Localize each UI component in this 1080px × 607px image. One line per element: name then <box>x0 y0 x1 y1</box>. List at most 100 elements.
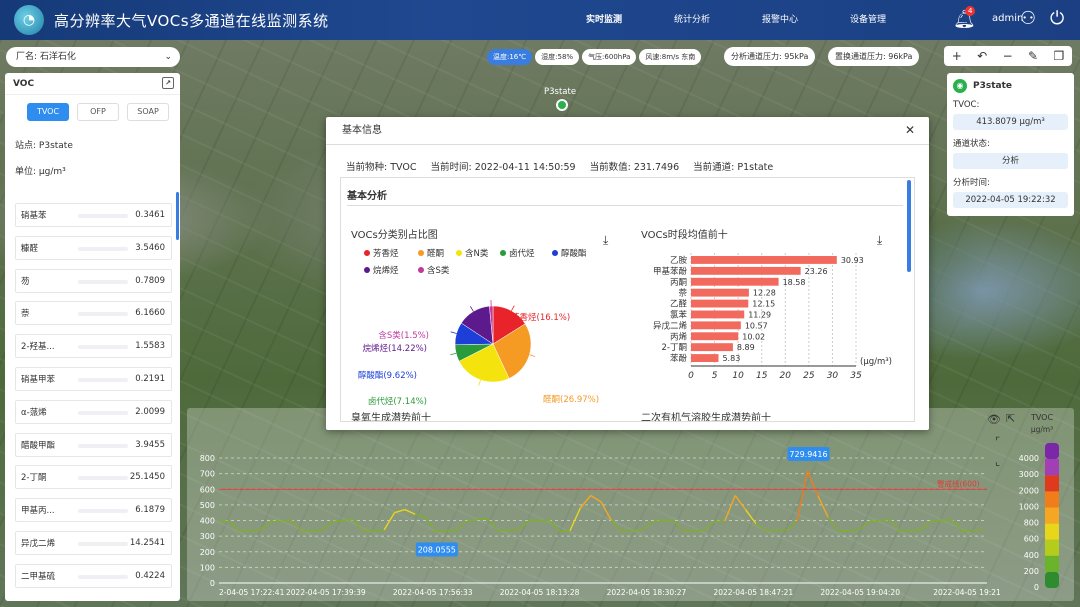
bar-value-label: 10.57 <box>745 321 768 330</box>
voc-item[interactable]: 甲基丙... 6.1879 <box>15 498 172 523</box>
bar <box>691 277 779 286</box>
crop-icon[interactable]: ⌜ <box>995 435 1000 448</box>
temperature-pill[interactable]: 温度:16℃ <box>487 49 533 65</box>
voc-item-bar <box>78 377 128 382</box>
voc-item[interactable]: 硝基甲苯 0.2191 <box>15 366 172 391</box>
voc-item[interactable]: 糠醛 3.5460 <box>15 235 172 260</box>
voc-item[interactable]: 硝基苯 0.3461 <box>15 203 172 227</box>
voc-item[interactable]: 萘 6.1660 <box>15 301 172 326</box>
voc-panel-title: VOC ↗ <box>5 73 180 95</box>
plus-icon[interactable]: + <box>952 49 962 63</box>
station-icon: ◉ <box>953 79 967 93</box>
voc-item-value: 14.2541 <box>129 537 165 548</box>
trend-segment <box>569 507 581 531</box>
trend-segment <box>352 519 365 532</box>
trend-segment <box>311 529 323 532</box>
category-label: 甲基苯酚 <box>653 266 688 277</box>
expand-icon[interactable]: ↗ <box>162 77 174 89</box>
bar-value-label: 10.02 <box>742 332 765 341</box>
scale-tick-label: 800 <box>1024 519 1039 528</box>
basic-info-dialog: 基本信息 ✕ 当前物种: TVOC 当前时间: 2022-04-11 14:50… <box>326 117 929 430</box>
voc-item-bar <box>78 476 128 481</box>
tab-tvoc[interactable]: TVOC <box>27 103 69 121</box>
scale-tick-label: 0 <box>1034 583 1039 592</box>
voc-item[interactable]: α-蒎烯 2.0099 <box>15 399 172 424</box>
pie-leader <box>511 305 515 311</box>
tab-soap[interactable]: SOAP <box>127 103 169 121</box>
nav-device[interactable]: 设备管理 <box>824 0 912 40</box>
left-scrollbar[interactable] <box>176 192 179 240</box>
power-icon[interactable]: ⏻ <box>1050 8 1064 29</box>
y-tick-label: 500 <box>200 501 215 510</box>
tvoc-value: 413.8079 μg/m³ <box>953 114 1068 130</box>
trend-segment <box>301 529 312 533</box>
x-tick-label: 35 <box>850 371 862 381</box>
wind-pill[interactable]: 风速:8m/s 东南 <box>639 49 702 65</box>
voc-item-value: 25.1450 <box>129 472 165 483</box>
scale-swatch <box>1045 555 1059 572</box>
nav-statistics[interactable]: 统计分析 <box>648 0 736 40</box>
tab-ofp[interactable]: OFP <box>77 103 119 121</box>
humidity-pill[interactable]: 湿度:58% <box>535 49 580 65</box>
map-toolbar: + ↶ − ✎ ❐ <box>944 46 1072 66</box>
trend-segment <box>972 529 984 532</box>
user-icon[interactable]: ⚇ <box>1020 8 1036 29</box>
nav-alarm[interactable]: 报警中心 <box>736 0 824 40</box>
trend-segment <box>477 518 488 521</box>
map-station-marker[interactable] <box>556 99 568 111</box>
voc-item[interactable]: 2-羟基... 1.5583 <box>15 334 172 359</box>
bar-value-label: 12.28 <box>753 289 776 298</box>
legend-label: 卤代烃 <box>509 248 535 259</box>
voc-item[interactable]: 二甲基硫 0.4224 <box>15 563 172 588</box>
category-label: 2-丁酮 <box>662 343 687 353</box>
pencil-icon[interactable]: ✎ <box>1028 49 1038 63</box>
username[interactable]: admin <box>992 13 1023 24</box>
info-time: 当前时间: 2022-04-11 14:50:59 <box>430 162 576 173</box>
close-icon[interactable]: ✕ <box>905 123 915 137</box>
trend-segment <box>817 495 829 518</box>
pie-chart[interactable]: VOCs分类别占比图 ⤓ 芳香烃 醛酮 含N类 卤代烃 醇酸酯烷烯烃 含S类芳香烃(16.1%… <box>341 206 631 422</box>
voc-item[interactable]: 异戊二烯 14.2541 <box>15 530 172 555</box>
voc-item[interactable]: 2-丁酮 25.1450 <box>15 465 172 490</box>
legend-marker <box>364 267 370 273</box>
trend-segment <box>848 529 860 532</box>
trend-segment <box>703 520 716 531</box>
x-tick-label: 2022-04-05 18:30:27 <box>607 588 687 597</box>
pressure-pill[interactable]: 气压:600hPa <box>582 49 637 65</box>
unit-value: μg/m³ <box>38 167 66 177</box>
x-axis-label: (μg/m³) <box>860 357 892 367</box>
trend-chart[interactable]: 0 100 200 300 400 500 600 700 800 警戒线(600) 729.941… <box>187 408 1074 601</box>
voc-item-name: 糠醛 <box>21 243 39 254</box>
nav-realtime[interactable]: 实时监测 <box>560 0 648 40</box>
bar <box>691 288 749 297</box>
undo-icon[interactable]: ↶ <box>977 49 987 63</box>
trend-segment <box>548 519 561 532</box>
analysis-pressure: 分析通道压力: 95kPa <box>724 47 816 66</box>
crop-restore-icon[interactable]: ⌞ <box>995 455 1000 468</box>
status-label: 通道状态: <box>953 139 990 149</box>
dialog-scrollbar[interactable] <box>907 180 911 272</box>
info-species: 当前物种: TVOC <box>346 162 417 173</box>
station-row: 站点: P3state <box>15 138 73 151</box>
trend-segment <box>621 529 633 532</box>
minus-icon[interactable]: − <box>1003 49 1013 63</box>
voc-title-text: VOC <box>13 79 35 89</box>
category-label: 丙烯 <box>670 331 688 342</box>
plant-value: 石洋石化 <box>39 52 76 62</box>
bar <box>691 256 837 264</box>
trend-segment <box>641 521 654 531</box>
bar <box>691 266 801 275</box>
x-tick-label: 25 <box>803 371 815 381</box>
bar-chart[interactable]: VOCs时段均值前十 ⤓ 0 5 10 15 20 25 30 35 乙胺 30.93 甲基苯酚 23.2… <box>631 206 915 422</box>
bar-value-label: 18.58 <box>783 278 806 287</box>
copy-icon[interactable]: ❐ <box>1054 49 1065 63</box>
y-tick-label: 700 <box>200 470 215 479</box>
voc-item[interactable]: 芴 0.7809 <box>15 268 172 293</box>
voc-item[interactable]: 醋酸甲酯 3.9455 <box>15 432 172 457</box>
voc-item-value: 3.9455 <box>135 439 165 450</box>
y-tick-label: 400 <box>200 517 215 526</box>
scale-title: TVOC <box>1030 413 1054 422</box>
expand-icon[interactable]: ⇱ <box>1006 412 1015 425</box>
plant-select[interactable]: 厂名: 石洋石化 ⌄ <box>6 47 180 67</box>
eye-icon[interactable]: 👁︎ <box>987 413 1001 426</box>
